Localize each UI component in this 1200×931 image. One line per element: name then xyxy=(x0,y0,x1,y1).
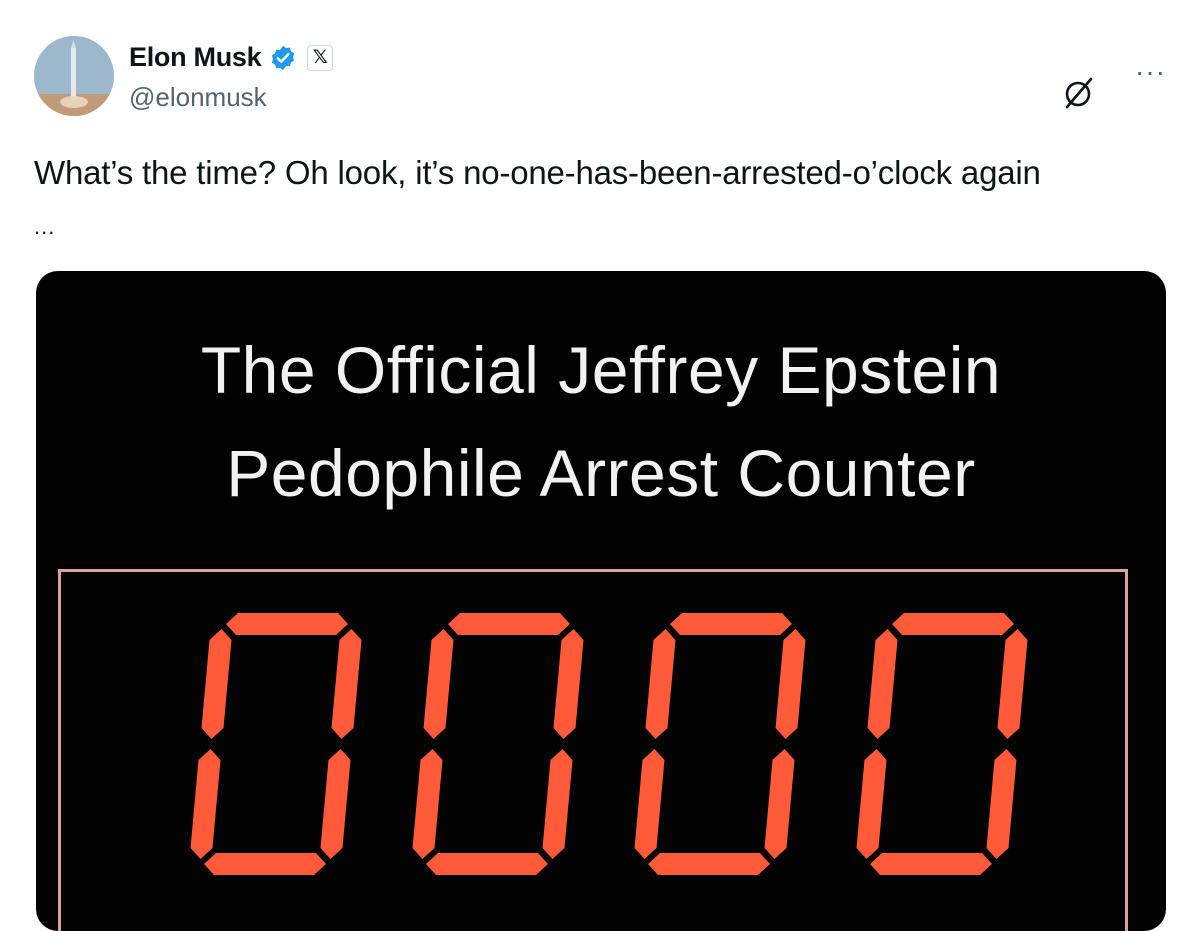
digit-segment xyxy=(226,613,348,635)
verified-badge-icon xyxy=(272,45,295,70)
counter-digits xyxy=(190,613,1028,875)
digit-segment xyxy=(426,853,548,875)
counter-digit xyxy=(412,613,584,875)
digit-segment xyxy=(986,749,1017,859)
counter-digit xyxy=(634,613,806,875)
digit-segment xyxy=(870,853,992,875)
digit-segment xyxy=(412,749,443,859)
digit-segment xyxy=(867,629,898,739)
tweet-media-image[interactable]: The Official Jeffrey Epstein Pedophile A… xyxy=(36,271,1166,931)
digit-segment xyxy=(670,613,792,635)
digit-segment xyxy=(892,613,1014,635)
digit-segment xyxy=(645,629,676,739)
digit-segment xyxy=(190,749,221,859)
digit-segment xyxy=(648,853,770,875)
digit-segment xyxy=(775,629,806,739)
counter-frame xyxy=(58,569,1128,931)
tweet-text: What’s the time? Oh look, it’s no-one-ha… xyxy=(34,154,1041,191)
digit-segment xyxy=(764,749,795,859)
digit-segment xyxy=(204,853,326,875)
counter-digit xyxy=(190,613,362,875)
digit-segment xyxy=(542,749,573,859)
digit-segment xyxy=(997,629,1028,739)
tweet-header: Elon Musk 𝕏 @elonmusk ··· xyxy=(34,36,1174,120)
author-name[interactable]: Elon Musk xyxy=(129,42,262,73)
digit-segment xyxy=(553,629,584,739)
author-row: Elon Musk 𝕏 xyxy=(129,42,334,73)
media-title: The Official Jeffrey Epstein Pedophile A… xyxy=(200,333,1002,510)
digit-segment xyxy=(320,749,351,859)
more-icon[interactable]: ··· xyxy=(1135,58,1166,86)
digit-segment xyxy=(331,629,362,739)
digit-segment xyxy=(856,749,887,859)
author-handle[interactable]: @elonmusk xyxy=(129,82,267,113)
avatar[interactable] xyxy=(34,36,114,116)
x-logo-icon[interactable]: 𝕏 xyxy=(307,44,334,71)
digit-segment xyxy=(634,749,665,859)
digit-segment xyxy=(423,629,454,739)
digit-segment xyxy=(448,613,570,635)
digit-segment xyxy=(201,629,232,739)
truncation-ellipsis: ... xyxy=(34,214,56,239)
grok-icon[interactable] xyxy=(1062,76,1096,110)
counter-digit xyxy=(856,613,1028,875)
rocket-launch-image xyxy=(34,36,114,116)
